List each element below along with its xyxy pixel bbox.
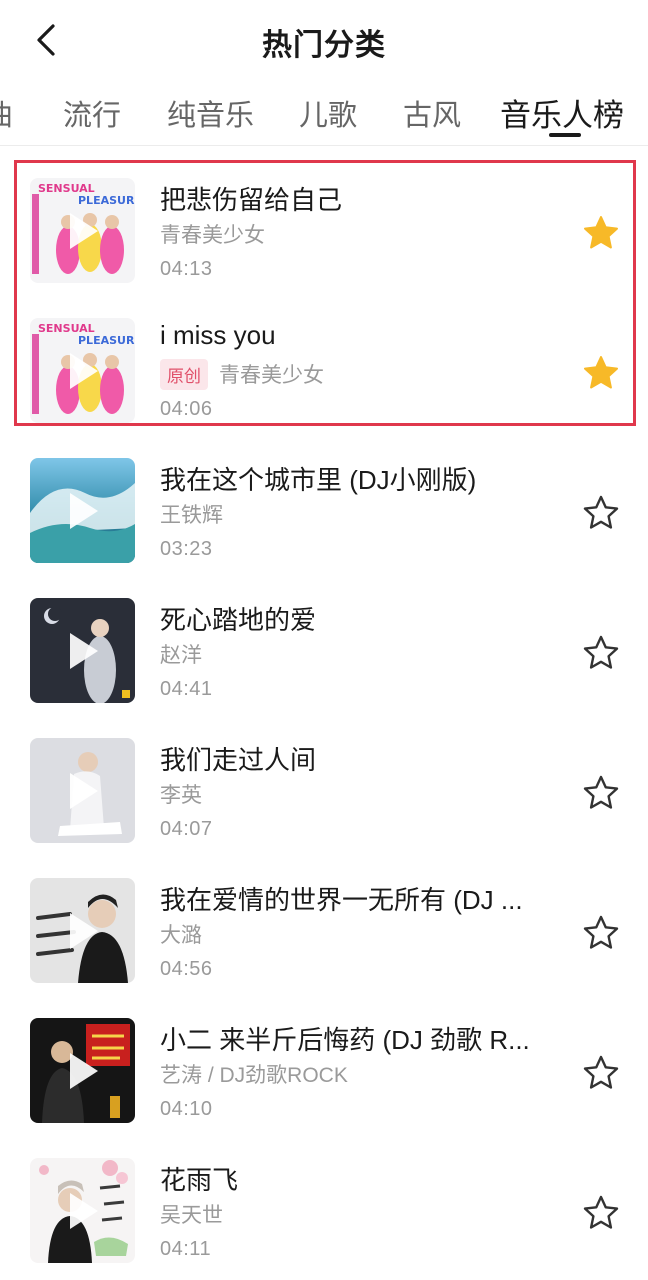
album-cover[interactable] (30, 878, 135, 983)
star-outline-icon[interactable] (582, 774, 620, 812)
active-tab-indicator (549, 133, 581, 137)
song-item[interactable]: SENSUAL PLEASURES i miss you 原创 青春美少女 04… (0, 292, 648, 432)
tab-yinyuerenbang[interactable]: 音乐人榜 (500, 90, 624, 135)
play-icon (70, 913, 98, 949)
tab-chunyinyue[interactable]: 纯音乐 (167, 92, 254, 134)
song-title: 把悲伤留给自己 (160, 185, 343, 215)
album-cover[interactable] (30, 458, 135, 563)
tab-qu[interactable]: 曲 (0, 92, 13, 134)
tab-liuxing[interactable]: 流行 (63, 92, 121, 134)
song-item[interactable]: 小二 来半斤后悔药 (DJ 劲歌 R... 艺涛 / DJ劲歌ROCK 04:1… (0, 992, 648, 1132)
play-icon (70, 353, 98, 389)
song-artist: 大潞 (160, 924, 202, 947)
star-outline-icon[interactable] (582, 494, 620, 532)
album-cover[interactable]: SENSUAL PLEASURES (30, 318, 135, 423)
song-artist: 青春美少女 (219, 364, 324, 387)
album-cover[interactable] (30, 598, 135, 703)
song-meta-row: 赵洋 (160, 639, 202, 669)
song-title: 我在爱情的世界一无所有 (DJ ... (160, 885, 523, 915)
star-filled-icon[interactable] (582, 214, 620, 252)
album-cover[interactable] (30, 1158, 135, 1263)
song-meta-row: 李英 (160, 779, 202, 809)
song-artist: 赵洋 (160, 644, 202, 667)
song-item[interactable]: 我在爱情的世界一无所有 (DJ ... 大潞 04:56 (0, 852, 648, 992)
original-badge: 原创 (160, 358, 208, 390)
star-outline-icon[interactable] (582, 1194, 620, 1232)
page-title: 热门分类 (262, 29, 386, 62)
song-artist: 吴天世 (160, 1204, 223, 1227)
play-icon (70, 493, 98, 529)
star-outline-icon[interactable] (582, 634, 620, 672)
svg-text:PLEASURES: PLEASURES (78, 334, 135, 347)
song-title: 我们走过人间 (160, 745, 317, 775)
tab-gufeng[interactable]: 古风 (403, 92, 461, 134)
song-duration: 04:06 (160, 398, 213, 420)
page: 热门分类 曲 流行 纯音乐 儿歌 古风 音乐人榜 SENSUAL PLEASUR… (0, 0, 648, 1280)
song-duration: 04:11 (160, 1238, 212, 1260)
song-item[interactable]: 花雨飞 吴天世 04:11 (0, 1132, 648, 1272)
svg-text:PLEASURES: PLEASURES (78, 194, 135, 207)
song-meta-row: 艺涛 / DJ劲歌ROCK (160, 1059, 348, 1089)
play-icon (70, 213, 98, 249)
play-icon (70, 633, 98, 669)
play-icon (70, 1193, 98, 1229)
song-meta-row: 王铁辉 (160, 499, 223, 529)
song-item[interactable]: 死心踏地的爱 赵洋 04:41 (0, 572, 648, 712)
star-filled-icon[interactable] (582, 354, 620, 392)
song-artist: 李英 (160, 784, 202, 807)
play-icon (70, 773, 98, 809)
category-tabs: 曲 流行 纯音乐 儿歌 古风 音乐人榜 (0, 80, 648, 146)
song-meta-row: 青春美少女 (160, 219, 265, 249)
album-cover[interactable] (30, 1018, 135, 1123)
song-duration: 04:07 (160, 818, 213, 840)
album-cover[interactable] (30, 738, 135, 843)
song-meta-row: 大潞 (160, 919, 202, 949)
header: 热门分类 (0, 0, 648, 80)
star-outline-icon[interactable] (582, 1054, 620, 1092)
song-artist: 艺涛 / DJ劲歌ROCK (160, 1064, 348, 1087)
song-title: 死心踏地的爱 (160, 605, 317, 635)
song-title: 花雨飞 (160, 1165, 239, 1195)
song-artist: 青春美少女 (160, 224, 265, 247)
song-meta-row: 吴天世 (160, 1199, 223, 1229)
song-title: 小二 来半斤后悔药 (DJ 劲歌 R... (160, 1025, 530, 1055)
play-icon (70, 1053, 98, 1089)
song-item[interactable]: 我在这个城市里 (DJ小刚版) 王铁辉 03:23 (0, 432, 648, 572)
song-duration: 03:23 (160, 538, 213, 560)
star-outline-icon[interactable] (582, 914, 620, 952)
song-title: i miss you (160, 320, 276, 350)
song-artist: 王铁辉 (160, 504, 223, 527)
song-meta-row: 原创 青春美少女 (160, 358, 324, 390)
song-duration: 04:10 (160, 1098, 213, 1120)
song-title: 我在这个城市里 (DJ小刚版) (160, 465, 477, 495)
song-duration: 04:41 (160, 678, 213, 700)
song-duration: 04:13 (160, 258, 213, 280)
album-cover[interactable]: SENSUAL PLEASURES (30, 178, 135, 283)
song-item[interactable]: 我们走过人间 李英 04:07 (0, 712, 648, 852)
song-duration: 04:56 (160, 958, 213, 980)
tab-erge[interactable]: 儿歌 (299, 92, 357, 134)
song-item[interactable]: SENSUAL PLEASURES 把悲伤留给自己 青春美少女 04:13 (0, 152, 648, 292)
